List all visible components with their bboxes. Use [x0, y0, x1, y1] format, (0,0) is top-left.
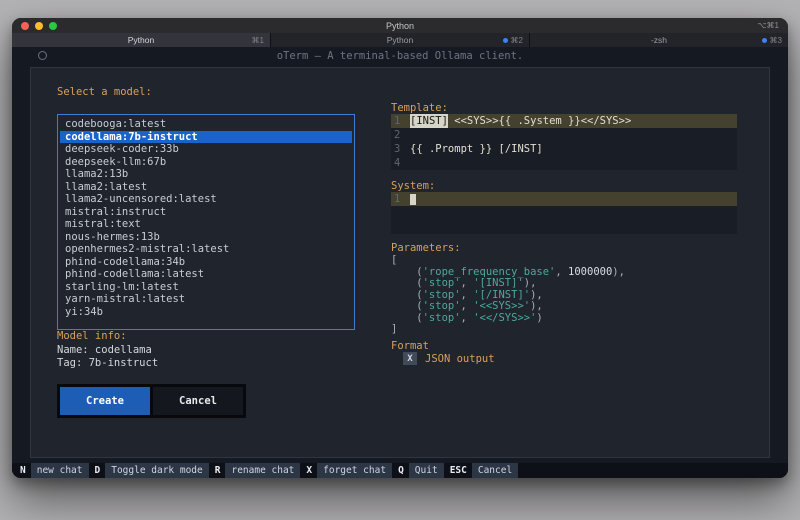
footer-key: N	[15, 463, 31, 478]
footer-description: rename chat	[225, 463, 300, 478]
model-list-item[interactable]: phind-codellama:34b	[60, 256, 352, 269]
footer-description: Cancel	[472, 463, 518, 478]
model-create-dialog: Select a model: codebooga:latestcodellam…	[30, 67, 770, 458]
titlebar: Python ⌥⌘1	[12, 18, 788, 33]
dialog-buttons: Create Cancel	[57, 384, 246, 418]
tab-shortcut: ⌘3	[762, 36, 782, 45]
model-list-item[interactable]: deepseek-coder:33b	[60, 143, 352, 156]
tab-python-2[interactable]: Python ⌘2	[271, 33, 530, 47]
footer-key: ESC	[445, 463, 472, 478]
window-shortcut-badge: ⌥⌘1	[757, 18, 779, 33]
model-list-item[interactable]: nous-hermes:13b	[60, 231, 352, 244]
footer-key: X	[301, 463, 317, 478]
format-label: Format	[391, 340, 429, 352]
model-list-item[interactable]: deepseek-llm:67b	[60, 156, 352, 169]
model-list-item[interactable]: openhermes2-mistral:latest	[60, 243, 352, 256]
terminal-content: oTerm — A terminal-based Ollama client. …	[12, 47, 788, 478]
parameter-line: ]	[391, 324, 625, 336]
traffic-lights	[21, 22, 57, 30]
template-line-text: {{ .Prompt }} [/INST]	[410, 142, 543, 156]
footer-key: R	[210, 463, 226, 478]
model-list-item[interactable]: llama2:13b	[60, 168, 352, 181]
model-list-item[interactable]: starling-lm:latest	[60, 281, 352, 294]
line-number: 1	[391, 192, 410, 206]
model-list-item[interactable]: mistral:instruct	[60, 206, 352, 219]
line-number: 2	[391, 128, 410, 142]
model-list-item[interactable]: llama2:latest	[60, 181, 352, 194]
footer-key: Q	[393, 463, 409, 478]
model-list-item[interactable]: codellama:7b-instruct	[60, 131, 352, 144]
model-info-name: Name: codellama	[57, 344, 152, 356]
tab-shortcut-text: ⌘1	[252, 36, 264, 45]
text-cursor	[410, 194, 416, 205]
footer-key-binding[interactable]: QQuit	[393, 463, 444, 478]
system-line: 1	[391, 192, 737, 206]
footer-bar: Nnew chatDToggle dark modeRrename chatXf…	[12, 463, 788, 478]
model-list-item[interactable]: yi:34b	[60, 306, 352, 319]
template-line-text: <<SYS>>{{ .System }}<</SYS>>	[448, 114, 631, 128]
footer-description: Toggle dark mode	[105, 463, 209, 478]
model-list-item[interactable]: llama2-uncensored:latest	[60, 193, 352, 206]
template-line: 4	[391, 156, 737, 170]
terminal-window: Python ⌥⌘1 Python ⌘1 Python ⌘2 -zsh ⌘3 o…	[12, 18, 788, 478]
tab-label: Python	[128, 35, 154, 45]
activity-dot-icon	[762, 38, 767, 43]
footer-description: Quit	[409, 463, 444, 478]
line-number: 4	[391, 156, 410, 170]
footer-key: D	[90, 463, 106, 478]
footer-description: forget chat	[317, 463, 392, 478]
template-line: 3 {{ .Prompt }} [/INST]	[391, 142, 737, 156]
model-info-tag: Tag: 7b-instruct	[57, 357, 158, 369]
tab-label: -zsh	[651, 35, 667, 45]
tab-bar: Python ⌘1 Python ⌘2 -zsh ⌘3	[12, 33, 788, 47]
tab-shortcut-text: ⌘3	[770, 36, 782, 45]
tab-zsh[interactable]: -zsh ⌘3	[530, 33, 788, 47]
footer-key-binding[interactable]: Nnew chat	[15, 463, 89, 478]
json-output-option: X JSON output	[403, 352, 495, 365]
template-editor[interactable]: 1 [INST] <<SYS>>{{ .System }}<</SYS>> 2 …	[391, 114, 737, 170]
model-list[interactable]: codebooga:latestcodellama:7b-instructdee…	[57, 114, 355, 330]
template-label: Template:	[391, 102, 448, 114]
parameters-label: Parameters:	[391, 242, 461, 254]
tab-python-1[interactable]: Python ⌘1	[12, 33, 271, 47]
system-label: System:	[391, 180, 435, 192]
model-list-item[interactable]: phind-codellama:latest	[60, 268, 352, 281]
tab-shortcut-text: ⌘2	[511, 36, 523, 45]
line-number: 3	[391, 142, 410, 156]
footer-key-binding[interactable]: ESCCancel	[445, 463, 519, 478]
model-list-item[interactable]: mistral:text	[60, 218, 352, 231]
text-cursor: [INST]	[410, 114, 448, 128]
template-line: 1 [INST] <<SYS>>{{ .System }}<</SYS>>	[391, 114, 737, 128]
minimize-button[interactable]	[35, 22, 43, 30]
json-output-label: JSON output	[425, 353, 495, 365]
footer-key-binding[interactable]: Rrename chat	[210, 463, 301, 478]
line-number: 1	[391, 114, 410, 128]
system-line	[391, 206, 737, 220]
template-line: 2	[391, 128, 737, 142]
footer-key-binding[interactable]: Xforget chat	[301, 463, 392, 478]
model-list-item[interactable]: yarn-mistral:latest	[60, 293, 352, 306]
select-model-label: Select a model:	[57, 86, 152, 98]
create-button[interactable]: Create	[60, 387, 150, 415]
system-line	[391, 220, 737, 234]
close-button[interactable]	[21, 22, 29, 30]
tab-label: Python	[387, 35, 413, 45]
zoom-button[interactable]	[49, 22, 57, 30]
system-editor[interactable]: 1	[391, 192, 737, 234]
tab-shortcut: ⌘1	[252, 36, 264, 45]
footer-key-binding[interactable]: DToggle dark mode	[90, 463, 209, 478]
json-output-checkbox[interactable]: X	[403, 352, 417, 365]
cancel-button[interactable]: Cancel	[153, 387, 243, 415]
model-list-item[interactable]: codebooga:latest	[60, 118, 352, 131]
parameter-line: ('stop', '<</SYS>>')	[391, 313, 625, 325]
tab-shortcut: ⌘2	[503, 36, 523, 45]
app-header: oTerm — A terminal-based Ollama client.	[12, 50, 788, 62]
parameters-body: [ ('rope_frequency_base', 1000000), ('st…	[391, 255, 625, 336]
window-title: Python	[12, 18, 788, 33]
model-info-label: Model info:	[57, 330, 127, 342]
footer-description: new chat	[31, 463, 89, 478]
activity-dot-icon	[503, 38, 508, 43]
